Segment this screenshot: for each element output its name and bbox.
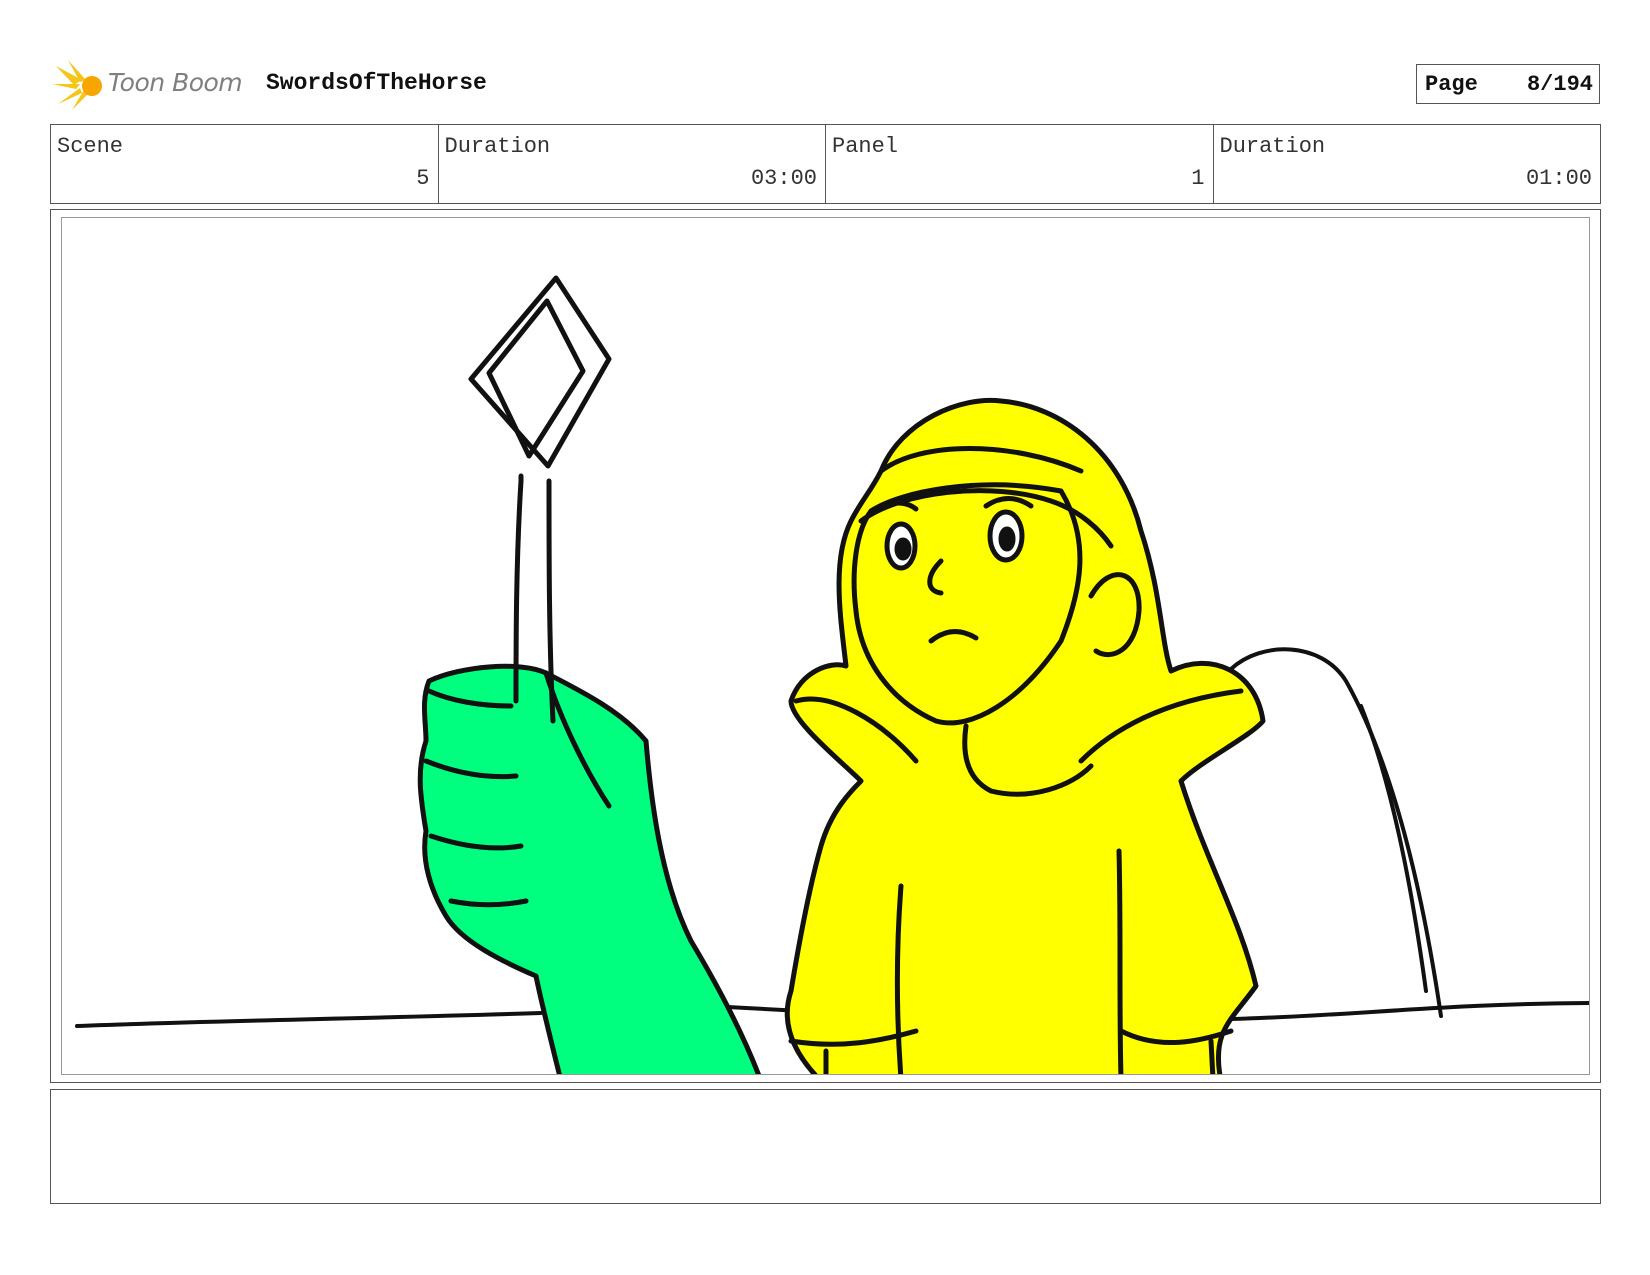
- page-indicator: Page 8/194: [1416, 64, 1600, 104]
- toon-boom-logo-icon: [52, 60, 102, 110]
- storyboard-panel[interactable]: [61, 217, 1590, 1075]
- project-title: SwordsOfTheHorse: [266, 70, 487, 96]
- panel-duration-cell: Duration 01:00: [1214, 125, 1601, 203]
- character-figure: [784, 397, 1266, 1074]
- logo-text: Toon Boom: [108, 68, 243, 97]
- panel-value: 1: [1191, 166, 1205, 191]
- panel-duration-value: 01:00: [1525, 166, 1592, 191]
- scene-label: Scene: [57, 134, 124, 159]
- scene-cell: Scene 5: [51, 125, 439, 203]
- page-label: Page: [1425, 72, 1478, 97]
- rock-outline: [1229, 647, 1443, 1018]
- panel-notes[interactable]: [50, 1089, 1601, 1204]
- page-number: 8/194: [1526, 72, 1593, 97]
- ground-line-right: [1229, 1001, 1589, 1021]
- ground-line: [75, 1011, 543, 1028]
- panel-cell: Panel 1: [826, 125, 1214, 203]
- scene-duration-label: Duration: [444, 134, 551, 159]
- staff: [468, 275, 612, 724]
- scene-duration-value: 03:00: [750, 166, 817, 191]
- scene-value: 5: [416, 166, 430, 191]
- panel-duration-label: Duration: [1219, 134, 1326, 159]
- storyboard-drawing: [75, 275, 1589, 1074]
- panel-label: Panel: [832, 134, 899, 159]
- scene-duration-cell: Duration 03:00: [439, 125, 826, 203]
- scene-info-table: Scene 5 Duration 03:00 Panel 1 Duration …: [50, 124, 1601, 204]
